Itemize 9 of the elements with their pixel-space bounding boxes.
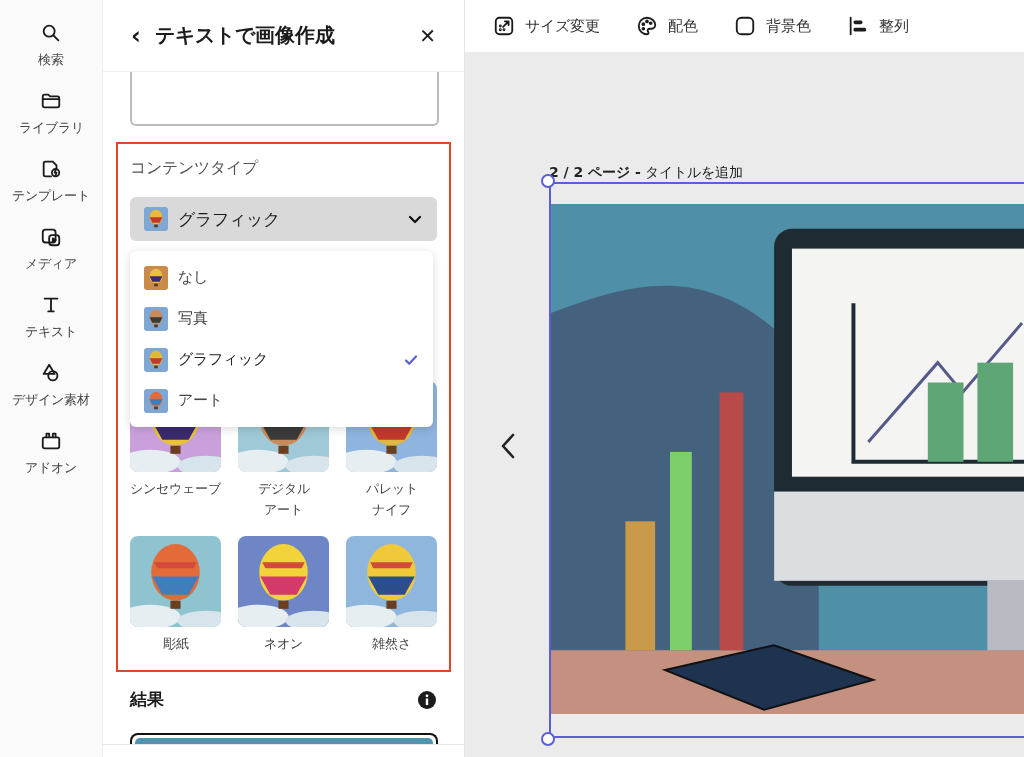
section-label: コンテンツタイプ [130, 158, 260, 179]
panel-title: テキストで画像作成 [154, 22, 335, 49]
style-label: デジタルアート [257, 480, 310, 519]
style-label: ネオン [264, 635, 303, 653]
style-label: 彫紙 [162, 635, 189, 653]
style-label: 雑然さ [372, 635, 411, 653]
style-label: パレットナイフ [365, 480, 418, 519]
section-title: 結果 [130, 688, 164, 711]
style-label: シンセウェーブ [130, 480, 221, 498]
